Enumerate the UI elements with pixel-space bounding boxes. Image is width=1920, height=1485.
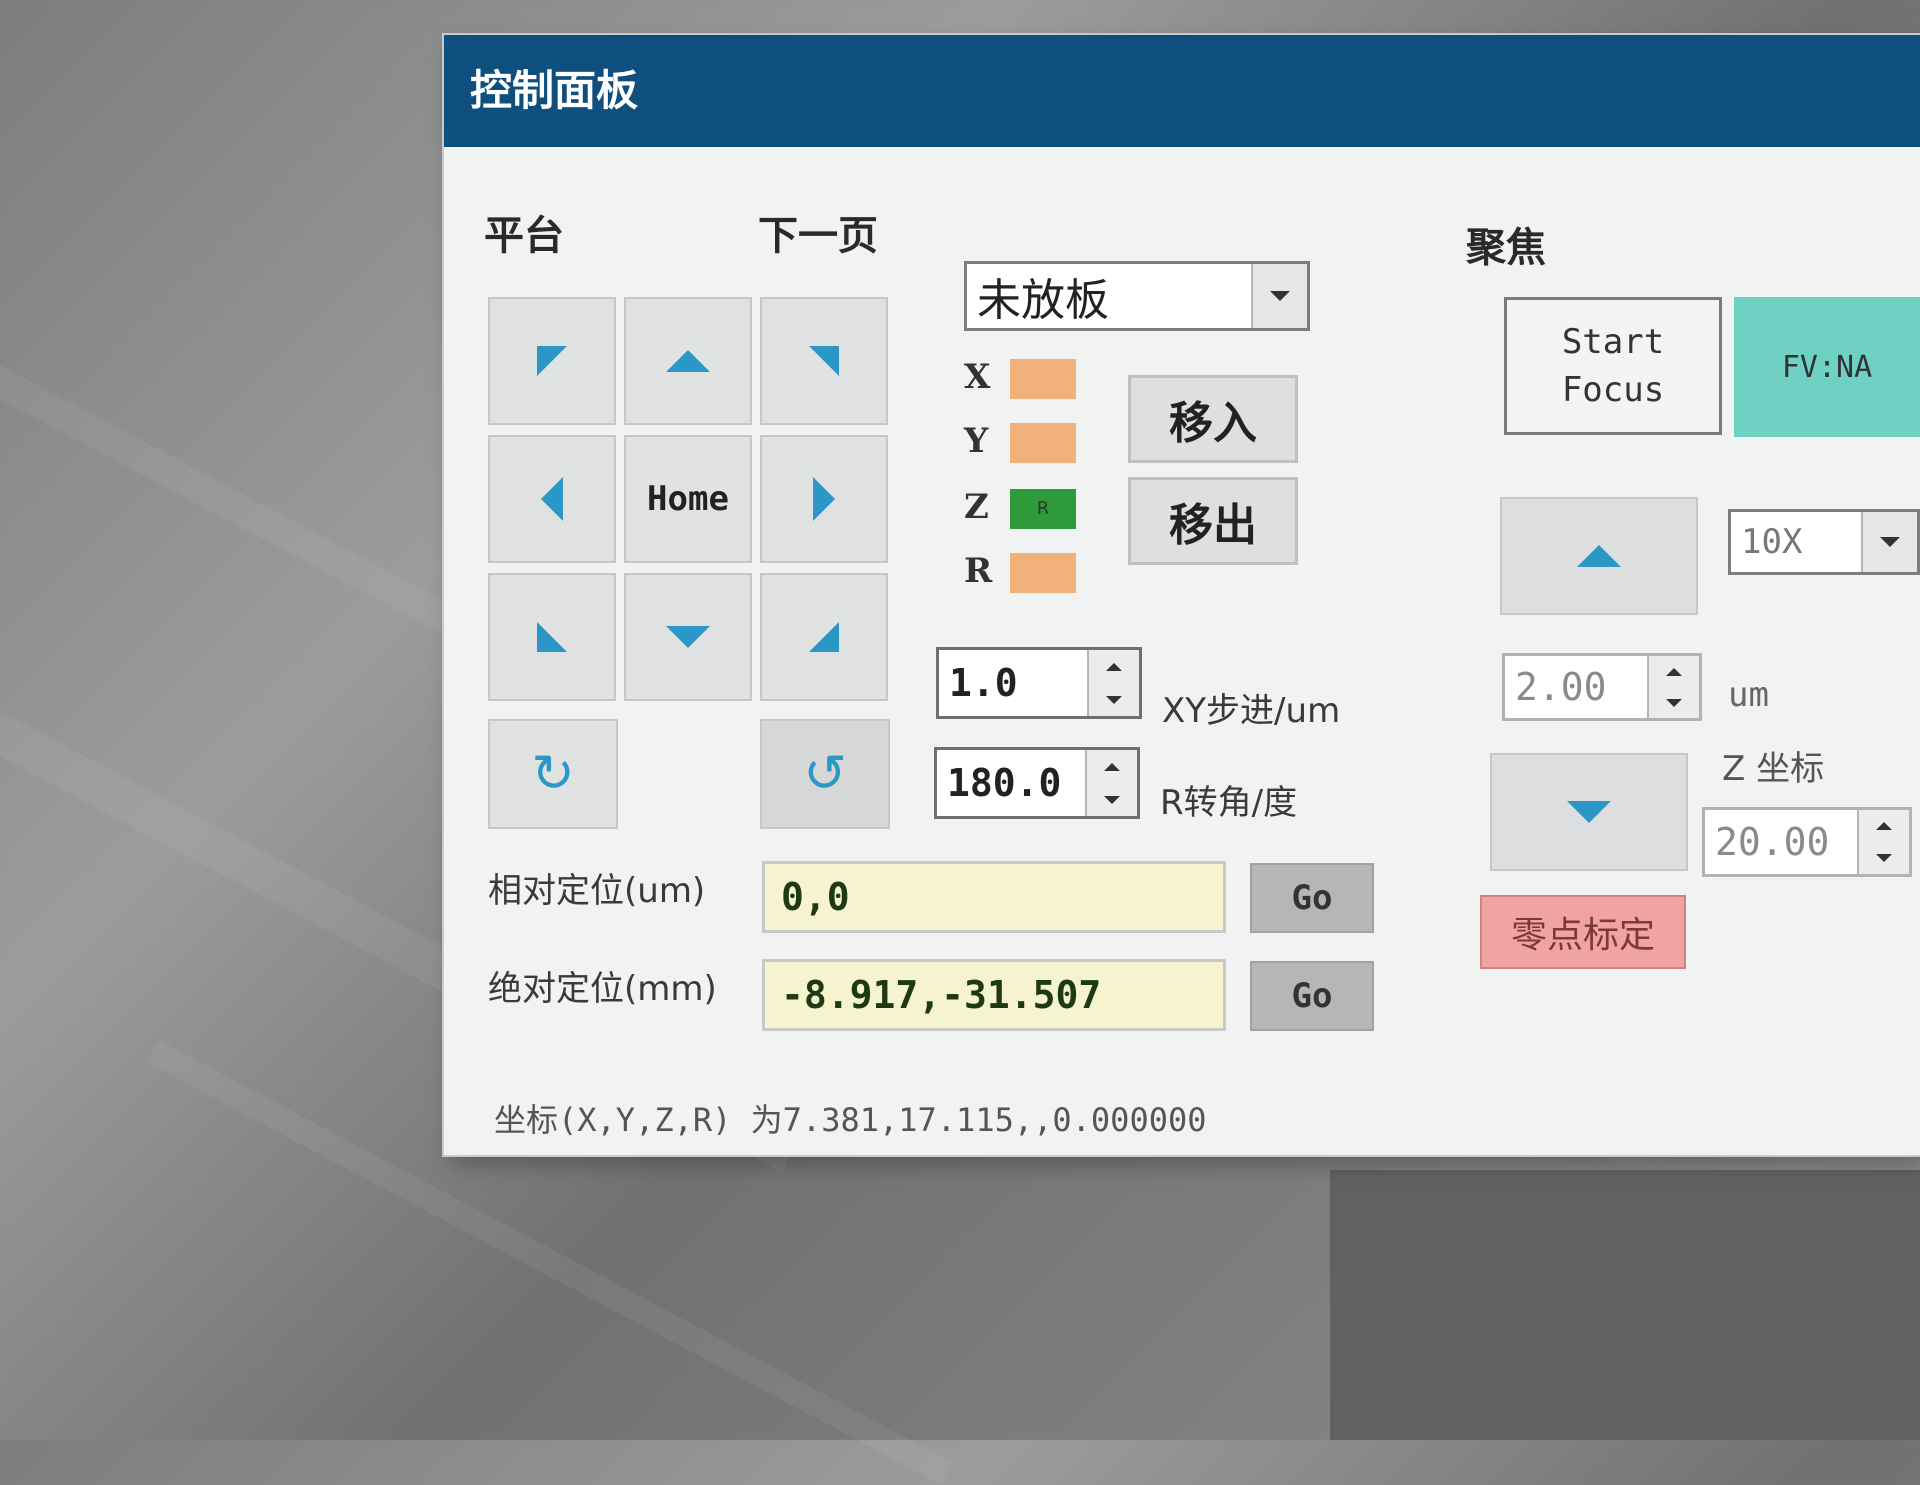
move-out-button[interactable]: 移出 [1128, 477, 1298, 565]
z-coordinate-spinner[interactable] [1857, 810, 1909, 874]
control-panel-window: 控制面板 平台 下一页 Home ↻ ↺ 未放板 X Y Z R R 移入 移出… [444, 35, 1920, 1155]
z-coordinate-value: 20.00 [1715, 820, 1830, 864]
r-angle-input[interactable]: 180.0 [934, 747, 1140, 819]
start-focus-line1: Start [1561, 322, 1665, 362]
axis-z-indicator: R [1010, 489, 1076, 529]
start-focus-button[interactable]: Start Focus [1504, 297, 1722, 435]
arrow-up-right-icon [809, 346, 839, 376]
objective-select[interactable]: 10X [1728, 509, 1920, 575]
stage-label: 平台 [484, 213, 564, 259]
z-down-button[interactable] [1490, 753, 1688, 871]
xy-step-label: XY步进/um [1162, 691, 1341, 731]
objective-value: 10X [1741, 522, 1803, 562]
z-step-unit: um [1728, 675, 1769, 715]
arrow-down-icon [1567, 801, 1611, 823]
rotate-ccw-button[interactable]: ↻ [488, 719, 618, 829]
absolute-position-input[interactable]: -8.917,-31.507 [762, 959, 1226, 1031]
home-label: Home [647, 479, 729, 519]
axis-x-label: X [964, 357, 991, 397]
r-angle-spinner[interactable] [1085, 750, 1137, 816]
relative-position-label: 相对定位(um) [488, 871, 706, 911]
xy-step-input[interactable]: 1.0 [936, 647, 1142, 719]
xy-step-spinner[interactable] [1087, 650, 1139, 716]
move-right-button[interactable] [760, 435, 888, 563]
arrow-right-icon [813, 477, 835, 521]
plate-select[interactable]: 未放板 [964, 261, 1310, 331]
arrow-up-icon [1577, 545, 1621, 567]
next-page-link[interactable]: 下一页 [758, 203, 878, 261]
move-up-right-button[interactable] [760, 297, 888, 425]
home-button[interactable]: Home [624, 435, 752, 563]
move-up-left-button[interactable] [488, 297, 616, 425]
r-angle-label: R转角/度 [1160, 783, 1298, 823]
move-down-button[interactable] [624, 573, 752, 701]
rotate-cw-icon: ↺ [803, 744, 847, 804]
move-left-button[interactable] [488, 435, 616, 563]
move-in-button[interactable]: 移入 [1128, 375, 1298, 463]
arrow-left-icon [541, 477, 563, 521]
move-down-left-button[interactable] [488, 573, 616, 701]
fv-indicator: FV:NA [1734, 297, 1920, 437]
rotate-ccw-icon: ↻ [531, 744, 575, 804]
zero-calibration-button[interactable]: 零点标定 [1480, 895, 1686, 969]
z-step-input[interactable]: 2.00 [1502, 653, 1702, 721]
coordinates-status: 坐标(X,Y,Z,R) 为7.381,17.115,,0.000000 [494, 1101, 1207, 1139]
absolute-go-button[interactable]: Go [1250, 961, 1374, 1031]
arrow-down-icon [666, 626, 710, 648]
arrow-up-left-icon [537, 346, 567, 376]
start-focus-line2: Focus [1561, 370, 1665, 410]
focus-label: 聚焦 [1466, 225, 1546, 271]
z-up-button[interactable] [1500, 497, 1698, 615]
axis-r-indicator [1010, 553, 1076, 593]
z-step-value: 2.00 [1515, 665, 1607, 709]
axis-x-indicator [1010, 359, 1076, 399]
axis-y-label: Y [964, 421, 989, 461]
xy-step-value: 1.0 [949, 661, 1018, 705]
chevron-down-icon [1251, 264, 1307, 328]
window-title: 控制面板 [444, 35, 1920, 147]
arrow-down-right-icon [809, 622, 839, 652]
move-up-button[interactable] [624, 297, 752, 425]
arrow-up-icon [666, 350, 710, 372]
axis-r-label: R [964, 551, 993, 591]
r-angle-value: 180.0 [947, 761, 1062, 805]
z-step-spinner[interactable] [1647, 656, 1699, 718]
axis-y-indicator [1010, 423, 1076, 463]
z-coordinate-input[interactable]: 20.00 [1702, 807, 1912, 877]
relative-position-input[interactable]: 0,0 [762, 861, 1226, 933]
z-coordinate-label: Z 坐标 [1722, 749, 1825, 789]
move-down-right-button[interactable] [760, 573, 888, 701]
absolute-position-label: 绝对定位(mm) [488, 969, 717, 1009]
axis-z-label: Z [964, 487, 989, 527]
relative-go-button[interactable]: Go [1250, 863, 1374, 933]
rotate-cw-button[interactable]: ↺ [760, 719, 890, 829]
plate-select-value: 未放板 [977, 275, 1109, 326]
arrow-down-left-icon [537, 622, 567, 652]
chevron-down-icon [1861, 512, 1917, 572]
